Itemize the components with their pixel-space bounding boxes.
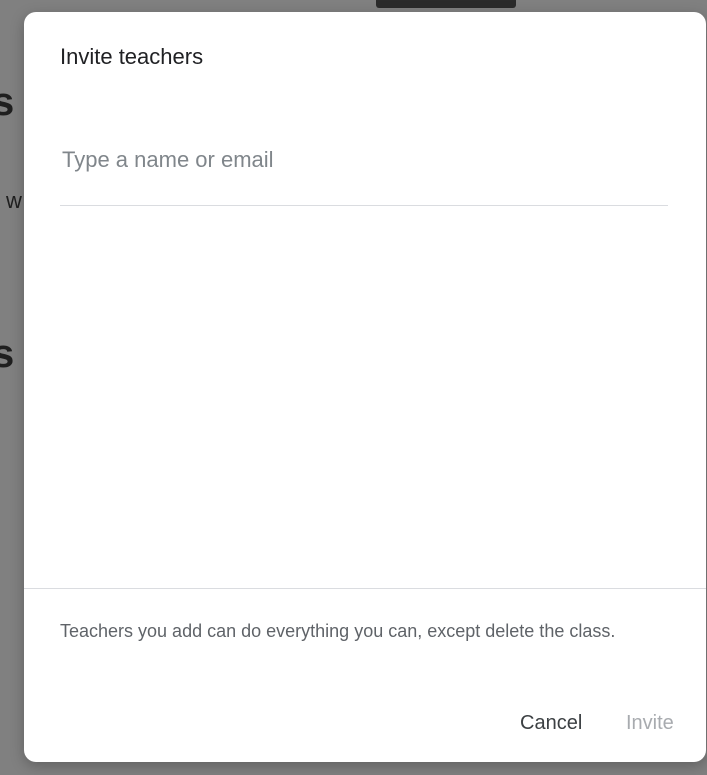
background-text-fragment: s: [0, 332, 15, 376]
dialog-title: Invite teachers: [60, 44, 204, 69]
background-text-fragment: w: [6, 188, 22, 213]
invite-button[interactable]: Invite: [620, 708, 680, 739]
name-or-email-input[interactable]: [60, 132, 668, 206]
permissions-note: Teachers you add can do everything you c…: [60, 621, 616, 641]
invite-teachers-dialog: Invite teachers Teachers you add can do …: [24, 12, 706, 762]
cancel-button[interactable]: Cancel: [514, 708, 588, 739]
footer-divider: [24, 588, 706, 589]
background-top-bar: [376, 0, 516, 8]
background-text-fragment: s: [0, 80, 15, 124]
